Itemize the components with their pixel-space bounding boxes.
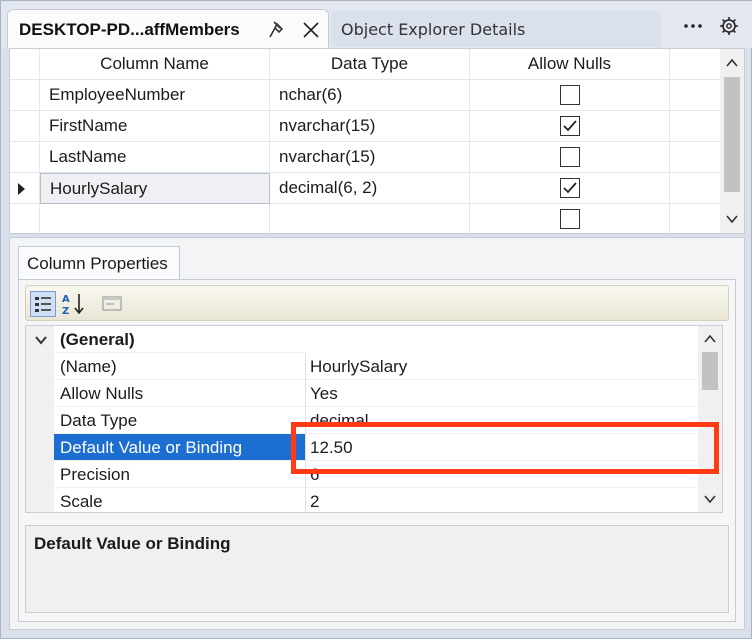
svg-text:A: A <box>62 294 70 305</box>
column-grid: Column Name Data Type Allow Nulls Employ… <box>9 48 745 234</box>
column-name-cell[interactable]: EmployeeNumber <box>40 80 270 111</box>
tab-column-properties[interactable]: Column Properties <box>18 246 180 280</box>
property-description-panel: Default Value or Binding <box>25 525 729 613</box>
allow-nulls-checkbox[interactable] <box>559 115 580 136</box>
tab-title: DESKTOP-PD...affMembers <box>19 20 240 39</box>
property-row[interactable]: Allow Nulls Yes <box>26 380 700 407</box>
table-row[interactable]: FirstName nvarchar(15) <box>10 111 720 142</box>
more-options-icon[interactable] <box>682 15 704 37</box>
table-row-new[interactable] <box>10 204 720 233</box>
data-type-cell[interactable]: decimal(6, 2) <box>270 173 470 204</box>
property-row[interactable]: (Name) HourlySalary <box>26 353 700 380</box>
pin-icon[interactable] <box>266 19 288 41</box>
row-selector[interactable] <box>10 80 40 111</box>
grid-header-row: Column Name Data Type Allow Nulls <box>10 49 720 80</box>
scrollbar-thumb[interactable] <box>702 352 718 390</box>
description-title: Default Value or Binding <box>34 534 231 553</box>
property-group-general[interactable]: (General) <box>26 326 700 353</box>
property-key: Default Value or Binding <box>54 434 306 461</box>
close-icon[interactable] <box>300 19 322 41</box>
property-row[interactable]: Precision 6 <box>26 461 700 488</box>
column-name-cell[interactable]: LastName <box>40 142 270 173</box>
allow-nulls-cell <box>470 204 670 233</box>
property-key: (Name) <box>54 353 306 380</box>
default-value-input[interactable]: 12.50 <box>306 434 700 461</box>
allow-nulls-cell <box>470 80 670 111</box>
row-selector-header <box>10 49 40 80</box>
column-header-allow-nulls[interactable]: Allow Nulls <box>470 49 670 80</box>
property-value[interactable]: 2 <box>306 488 700 512</box>
row-selector[interactable] <box>10 111 40 142</box>
allow-nulls-cell <box>470 142 670 173</box>
property-gutter <box>26 488 54 512</box>
checkmark-icon <box>562 119 577 131</box>
tab-title: Object Explorer Details <box>341 20 526 39</box>
scrollbar-thumb[interactable] <box>724 77 740 192</box>
current-row-arrow-icon <box>18 183 25 195</box>
column-name-cell[interactable] <box>40 204 270 233</box>
chevron-up-icon[interactable] <box>702 331 718 347</box>
data-type-cell[interactable]: nchar(6) <box>270 80 470 111</box>
property-value[interactable]: HourlySalary <box>306 353 700 380</box>
property-key: Allow Nulls <box>54 380 306 407</box>
property-gutter <box>26 407 54 434</box>
table-row[interactable]: EmployeeNumber nchar(6) <box>10 80 720 111</box>
chevron-down-icon[interactable] <box>34 334 48 346</box>
property-scrollbar[interactable] <box>698 326 722 512</box>
row-selector[interactable] <box>10 142 40 173</box>
allow-nulls-checkbox[interactable] <box>559 146 580 167</box>
property-row[interactable]: Data Type decimal <box>26 407 700 434</box>
tab-object-explorer-details[interactable]: Object Explorer Details <box>331 11 661 47</box>
property-gutter <box>26 326 54 353</box>
property-gutter <box>26 353 54 380</box>
property-gutter <box>26 380 54 407</box>
tab-table-designer[interactable]: DESKTOP-PD...affMembers <box>7 9 329 49</box>
table-designer-window: DESKTOP-PD...affMembers Object Explorer … <box>0 0 752 639</box>
properties-toolbar: AZ <box>25 285 729 321</box>
property-value[interactable]: 6 <box>306 461 700 488</box>
data-type-cell[interactable]: nvarchar(15) <box>270 111 470 142</box>
categorized-icon[interactable] <box>30 291 56 317</box>
chevron-down-icon[interactable] <box>702 491 718 507</box>
grid-scrollbar[interactable] <box>720 49 744 233</box>
sort-alphabetical-icon[interactable]: AZ <box>60 291 86 317</box>
property-key: Precision <box>54 461 306 488</box>
data-type-cell[interactable] <box>270 204 470 233</box>
table-row[interactable]: LastName nvarchar(15) <box>10 142 720 173</box>
allow-nulls-checkbox[interactable] <box>559 208 580 229</box>
column-name-cell[interactable]: FirstName <box>40 111 270 142</box>
property-gutter <box>26 461 54 488</box>
row-selector[interactable] <box>10 204 40 233</box>
data-type-cell[interactable]: nvarchar(15) <box>270 142 470 173</box>
column-header-type[interactable]: Data Type <box>270 49 470 80</box>
chevron-up-icon[interactable] <box>724 55 740 71</box>
chevron-down-icon[interactable] <box>724 211 740 227</box>
allow-nulls-cell <box>470 111 670 142</box>
allow-nulls-checkbox[interactable] <box>559 84 580 105</box>
allow-nulls-checkbox[interactable] <box>559 177 580 198</box>
property-key: Data Type <box>54 407 306 434</box>
property-value[interactable]: decimal <box>306 407 700 434</box>
properties-body: AZ (General) (Name) HourlySalary Allow N… <box>18 279 736 622</box>
tab-bar: DESKTOP-PD...affMembers Object Explorer … <box>1 1 752 49</box>
allow-nulls-cell <box>470 173 670 204</box>
property-pages-icon[interactable] <box>100 291 126 317</box>
svg-text:Z: Z <box>62 306 69 317</box>
property-row-selected[interactable]: Default Value or Binding 12.50 <box>26 434 700 461</box>
property-key: Scale <box>54 488 306 512</box>
property-row[interactable]: Scale 2 <box>26 488 700 512</box>
row-selector[interactable] <box>10 173 40 204</box>
column-name-cell[interactable]: HourlySalary <box>40 173 270 204</box>
property-gutter <box>26 434 54 461</box>
property-group-label: (General) <box>54 326 306 353</box>
property-value[interactable]: Yes <box>306 380 700 407</box>
property-grid: (General) (Name) HourlySalary Allow Null… <box>25 325 723 513</box>
checkmark-icon <box>562 181 577 193</box>
gear-icon[interactable] <box>718 15 740 37</box>
column-header-name[interactable]: Column Name <box>40 49 270 80</box>
table-row-selected[interactable]: HourlySalary decimal(6, 2) <box>10 173 720 204</box>
column-properties-pane: Column Properties AZ (General) (Name) Ho… <box>9 237 745 630</box>
